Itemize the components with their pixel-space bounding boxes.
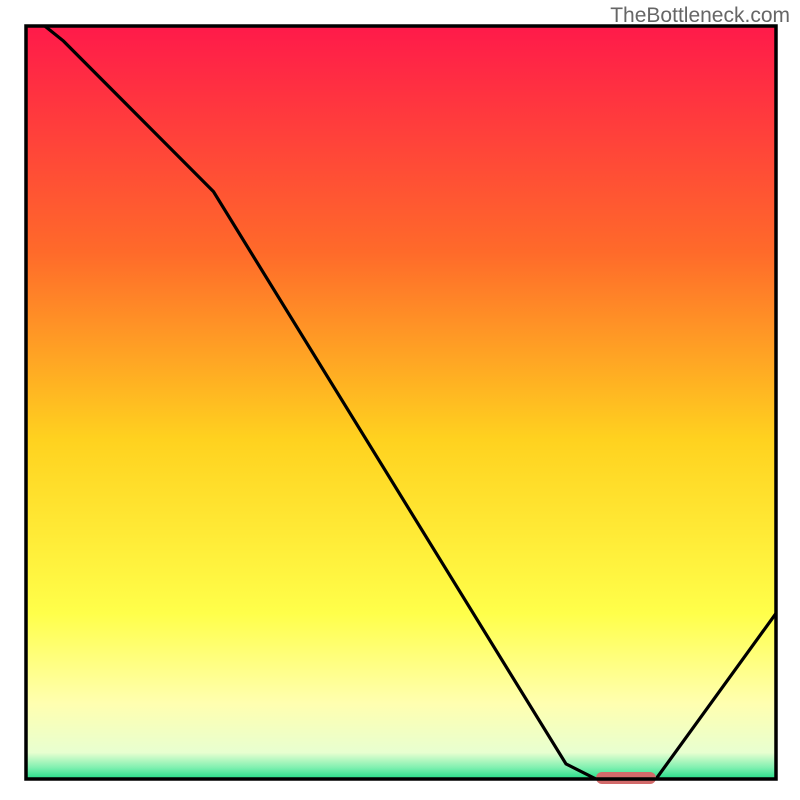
bottleneck-chart	[0, 0, 800, 800]
watermark-label: TheBottleneck.com	[610, 4, 790, 28]
chart-container: TheBottleneck.com	[0, 0, 800, 800]
gradient-background	[26, 26, 776, 779]
